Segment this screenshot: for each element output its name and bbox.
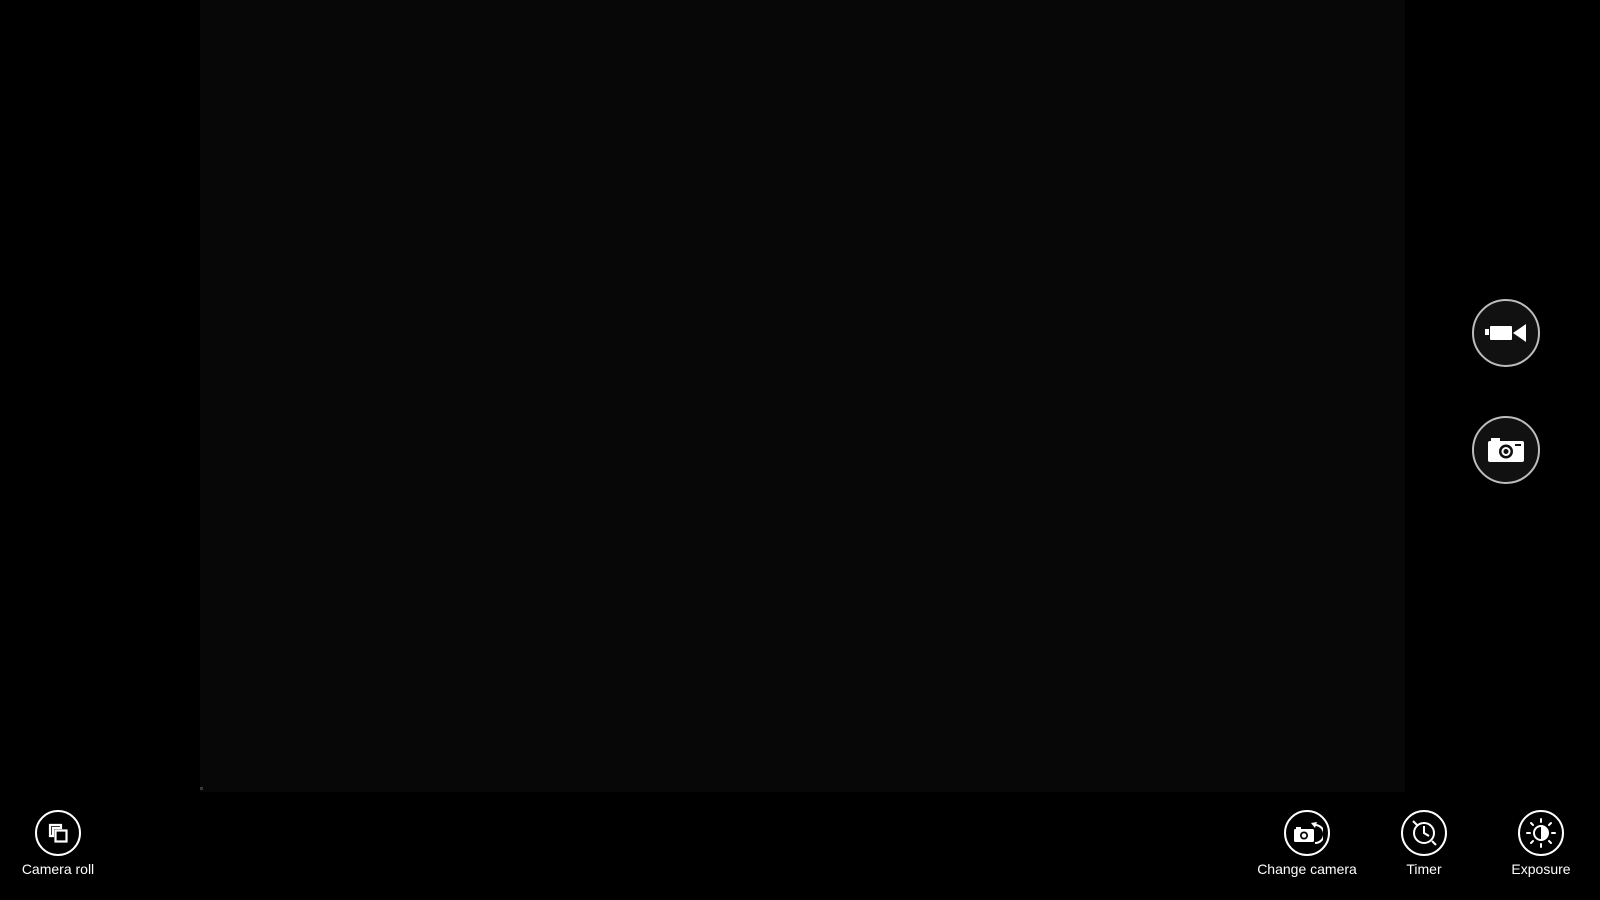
camera-roll-icon (35, 810, 81, 856)
exposure-button[interactable]: Exposure (1481, 810, 1600, 877)
camera-icon (1486, 436, 1526, 464)
timer-icon (1401, 810, 1447, 856)
change-camera-button[interactable]: Change camera (1247, 810, 1367, 877)
camera-roll-button[interactable]: Camera roll (0, 810, 118, 877)
camera-viewfinder[interactable] (200, 0, 1405, 792)
video-mode-button[interactable] (1472, 299, 1540, 367)
exposure-label: Exposure (1511, 861, 1571, 877)
change-camera-label: Change camera (1257, 861, 1357, 877)
video-camera-icon (1484, 320, 1528, 346)
exposure-icon (1518, 810, 1564, 856)
timer-button[interactable]: Timer (1364, 810, 1484, 877)
change-camera-icon (1284, 810, 1330, 856)
photo-capture-button[interactable] (1472, 416, 1540, 484)
timer-label: Timer (1406, 861, 1442, 877)
camera-app: Camera roll Change camera Timer Exposure (0, 0, 1600, 900)
viewfinder-corner-mark (200, 787, 203, 790)
camera-roll-label: Camera roll (21, 861, 95, 877)
